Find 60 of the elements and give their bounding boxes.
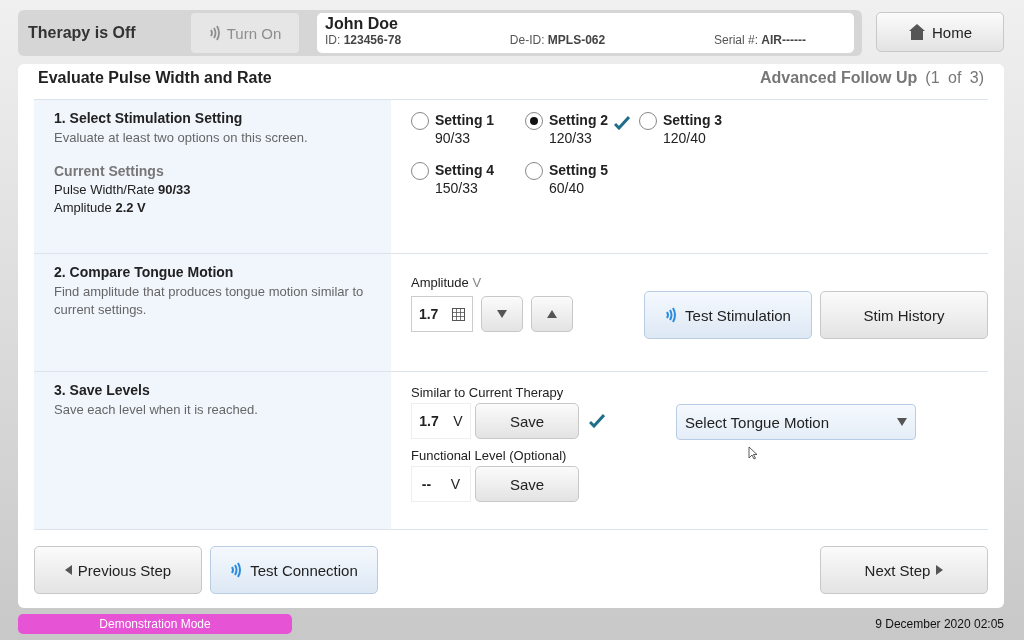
setting-label: Setting 2 [549, 112, 609, 128]
therapy-status: Therapy is Off [28, 24, 137, 42]
home-button[interactable]: Home [876, 12, 1004, 52]
setting-label: Setting 5 [549, 162, 609, 178]
left-triangle-icon [64, 565, 72, 575]
save-button[interactable]: Save [475, 403, 579, 439]
radio-button[interactable] [411, 112, 429, 130]
current-settings-heading: Current Settings [54, 163, 165, 179]
signal-waves-icon [208, 25, 223, 41]
setting-value: 120/40 [663, 130, 707, 146]
setting-value: 150/33 [435, 180, 479, 196]
section-hint: Save each level when it is reached. [54, 401, 259, 419]
setting-label: Setting 1 [435, 112, 495, 128]
panel-title: Evaluate Pulse Width and Rate [38, 69, 273, 87]
test-connection-button[interactable]: Test Connection [210, 546, 378, 594]
section-hint: Find amplitude that produces tongue motion similar to current settings. [54, 283, 365, 319]
save-button[interactable]: Save [475, 466, 579, 502]
level-label: Similar to Current Therapy [411, 385, 564, 400]
radio-button[interactable] [525, 162, 543, 180]
setting-label: Setting 4 [435, 162, 495, 178]
patient-de-id: De-ID: MPLS-062 [509, 33, 606, 47]
setting-value: 120/33 [549, 130, 593, 146]
dropdown-caret-icon [897, 418, 907, 426]
keypad-icon [452, 307, 466, 321]
demonstration-mode-badge: Demonstration Mode [18, 614, 292, 634]
step-counter: (1 of 3) [925, 69, 984, 87]
section-hint: Evaluate at least two options on this screen. [54, 129, 309, 147]
amplitude-label: Amplitude V [411, 275, 482, 290]
decrease-button[interactable] [481, 296, 523, 332]
setting-label: Setting 3 [663, 112, 723, 128]
patient-id: ID: 123456-78 [325, 33, 402, 47]
previous-step-button[interactable]: Previous Step [34, 546, 202, 594]
down-triangle-icon [497, 310, 507, 318]
setting-value: 90/33 [435, 130, 472, 146]
serial-number: Serial #: AIR------ [713, 33, 806, 47]
mouse-cursor-icon [748, 446, 758, 460]
stim-history-button[interactable]: Stim History [820, 291, 988, 339]
level-label: Functional Level (Optional) [411, 448, 567, 463]
date-time: 9 December 2020 02:05 [875, 617, 1004, 631]
up-triangle-icon [547, 310, 557, 318]
tongue-motion-dropdown[interactable]: Select Tongue Motion [676, 404, 916, 440]
radio-button[interactable] [639, 112, 657, 130]
home-icon [908, 23, 926, 41]
current-setting: Amplitude 2.2 V [54, 200, 147, 215]
current-setting: Pulse Width/Rate 90/33 [54, 182, 192, 197]
amplitude-field[interactable]: 1.7 [411, 296, 473, 332]
next-step-button[interactable]: Next Step [820, 546, 988, 594]
section-title: 2. Compare Tongue Motion [54, 264, 235, 280]
section-title: 3. Save Levels [54, 382, 151, 398]
right-triangle-icon [936, 565, 944, 575]
radio-button[interactable] [525, 112, 543, 130]
increase-button[interactable] [531, 296, 573, 332]
patient-name: John Doe [325, 15, 399, 33]
level-field[interactable]: 1.7 V [411, 403, 471, 439]
radio-button[interactable] [411, 162, 429, 180]
level-field[interactable]: -- V [411, 466, 471, 502]
section-title: 1. Select Stimulation Setting [54, 110, 244, 126]
test-stimulation-button[interactable]: Test Stimulation [644, 291, 812, 339]
setting-value: 60/40 [549, 180, 586, 196]
panel-subtitle: Advanced Follow Up [759, 69, 918, 87]
